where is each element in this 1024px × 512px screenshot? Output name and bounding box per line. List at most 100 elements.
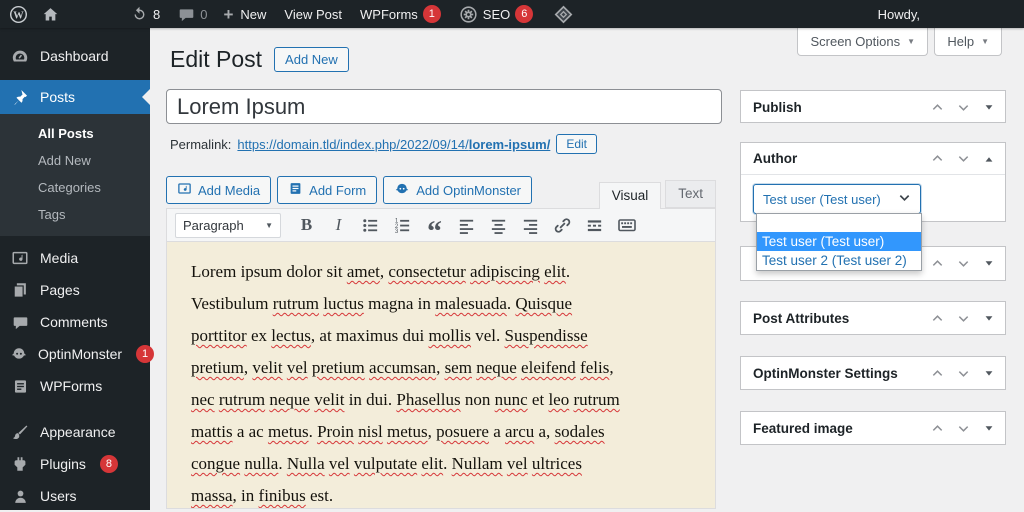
add-new-button[interactable]: Add New — [274, 47, 349, 72]
dropdown-option-selected[interactable]: Test user (Test user) — [757, 232, 921, 251]
visit-site-home[interactable] — [42, 6, 59, 23]
move-up-icon[interactable] — [931, 152, 944, 165]
seo-menu[interactable]: SEO 6 — [459, 5, 533, 24]
move-up-icon[interactable] — [931, 312, 944, 325]
numbered-list-button[interactable]: 123 — [388, 212, 417, 238]
sidebar-item-appearance[interactable]: Appearance — [0, 416, 150, 448]
sidebar-item-dashboard[interactable]: Dashboard — [0, 40, 150, 72]
sidebar-item-optinmonster[interactable]: OptinMonster 1 — [0, 338, 150, 370]
sidebar-item-pages[interactable]: Pages — [0, 274, 150, 306]
add-optinmonster-button[interactable]: Add OptinMonster — [383, 176, 532, 204]
diamond-plugin-menu[interactable] — [553, 4, 574, 25]
editor-content-area[interactable]: Lorem ipsum dolor sit amet, consectetur … — [166, 242, 716, 509]
updates-indicator[interactable]: 8 — [131, 6, 160, 23]
wpforms-icon — [10, 378, 30, 395]
misspelled-word: nec — [191, 390, 215, 409]
tab-visual[interactable]: Visual — [599, 182, 662, 209]
author-dropdown-list: Test user (Test user) Test user 2 (Test … — [756, 213, 922, 271]
posts-submenu: All Posts Add New Categories Tags — [0, 114, 150, 236]
move-up-icon[interactable] — [931, 257, 944, 270]
misspelled-word: lectus — [271, 326, 311, 345]
insert-link-button[interactable] — [548, 212, 577, 238]
text-run: , — [436, 358, 445, 377]
move-down-icon[interactable] — [957, 367, 970, 380]
sidebar-item-add-new[interactable]: Add New — [0, 147, 150, 174]
toggle-panel-icon[interactable] — [983, 257, 995, 269]
sidebar-item-media[interactable]: Media — [0, 242, 150, 274]
add-media-button[interactable]: Add Media — [166, 176, 271, 204]
misspelled-word: rutrum — [573, 390, 619, 409]
blockquote-button[interactable]: “ — [420, 212, 449, 238]
author-select[interactable]: Test user (Test user) — [753, 184, 921, 214]
wpforms-menu[interactable]: WPForms 1 — [360, 5, 441, 23]
move-down-icon[interactable] — [957, 101, 970, 114]
move-up-icon[interactable] — [931, 422, 944, 435]
sidebar-item-plugins[interactable]: Plugins 8 — [0, 448, 150, 480]
text-run: magna in — [364, 294, 435, 313]
post-title-input[interactable] — [166, 89, 722, 124]
tab-text[interactable]: Text — [665, 180, 716, 208]
read-more-tag-button[interactable] — [580, 212, 609, 238]
sidebar-item-tags[interactable]: Tags — [0, 201, 150, 228]
text-run: , — [428, 422, 437, 441]
misspelled-word: velit — [252, 358, 282, 377]
misspelled-word: mattis — [191, 422, 233, 441]
move-down-icon[interactable] — [957, 312, 970, 325]
move-down-icon[interactable] — [957, 152, 970, 165]
panel-optinmonster-settings-header[interactable]: OptinMonster Settings — [741, 357, 1005, 389]
help-button[interactable]: Help ▼ — [934, 28, 1002, 56]
misspelled-word: metus — [387, 422, 428, 441]
toggle-panel-icon[interactable] — [983, 153, 995, 165]
move-up-icon[interactable] — [931, 367, 944, 380]
view-post-link[interactable]: View Post — [284, 7, 342, 22]
move-up-icon[interactable] — [931, 101, 944, 114]
move-down-icon[interactable] — [957, 257, 970, 270]
sidebar-item-posts[interactable]: Posts — [0, 80, 150, 114]
dropdown-blank-option[interactable] — [757, 214, 921, 232]
toggle-panel-icon[interactable] — [983, 422, 995, 434]
new-content-menu[interactable]: + New — [223, 6, 266, 23]
plugin-icon — [10, 455, 30, 473]
sidebar-item-comments[interactable]: Comments — [0, 306, 150, 338]
panel-post-attributes-header[interactable]: Post Attributes — [741, 302, 1005, 334]
misspelled-word: posuere — [436, 422, 489, 441]
sidebar-item-categories[interactable]: Categories — [0, 174, 150, 201]
panel-publish-header[interactable]: Publish — [741, 91, 1005, 123]
misspelled-word: mollis — [429, 326, 472, 345]
comments-indicator[interactable]: 0 — [178, 6, 207, 23]
misspelled-word: velit — [314, 390, 344, 409]
italic-button[interactable]: I — [324, 212, 353, 238]
move-down-icon[interactable] — [957, 422, 970, 435]
comments-count: 0 — [200, 7, 207, 22]
toolbar-toggle-keyboard-button[interactable] — [612, 212, 641, 238]
plus-icon: + — [223, 6, 233, 23]
paragraph-format-select[interactable]: Paragraph ▼ — [175, 213, 281, 238]
sidebar-item-all-posts[interactable]: All Posts — [0, 120, 150, 147]
panel-author-header[interactable]: Author — [741, 143, 1005, 175]
align-right-button[interactable] — [516, 212, 545, 238]
misspelled-word: eleifend — [521, 358, 576, 377]
permalink-link[interactable]: https://domain.tld/index.php/2022/09/14/… — [237, 137, 550, 152]
dropdown-option[interactable]: Test user 2 (Test user 2) — [757, 251, 921, 270]
media-icon — [177, 181, 192, 199]
bulleted-list-button[interactable] — [356, 212, 385, 238]
chevron-down-icon: ▼ — [907, 37, 915, 46]
sidebar-item-users[interactable]: Users — [0, 480, 150, 512]
wordpress-logo-menu[interactable]: W — [9, 5, 28, 24]
toggle-panel-icon[interactable] — [983, 367, 995, 379]
howdy-account-menu[interactable]: Howdy, — [878, 0, 920, 28]
toggle-panel-icon[interactable] — [983, 312, 995, 324]
panel-featured-image-header[interactable]: Featured image — [741, 412, 1005, 444]
misspelled-word: malesuada — [435, 294, 507, 313]
misspelled-word: rutrum — [219, 390, 265, 409]
align-left-button[interactable] — [452, 212, 481, 238]
bold-button[interactable]: B — [292, 212, 321, 238]
edit-permalink-button[interactable]: Edit — [556, 134, 597, 154]
sidebar-item-wpforms[interactable]: WPForms — [0, 370, 150, 402]
text-run: a, — [534, 422, 554, 441]
toggle-panel-icon[interactable] — [983, 101, 995, 113]
add-form-button[interactable]: Add Form — [277, 176, 377, 204]
screen-options-button[interactable]: Screen Options ▼ — [797, 28, 928, 56]
misspelled-word: vel — [507, 454, 528, 473]
align-center-button[interactable] — [484, 212, 513, 238]
